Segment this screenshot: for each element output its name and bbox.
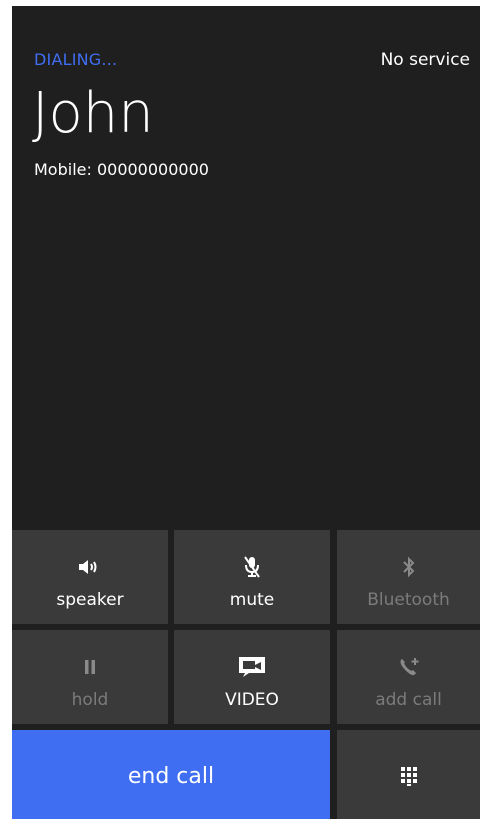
contact-number: Mobile: 00000000000 (34, 160, 209, 179)
keypad-icon (337, 766, 480, 786)
mute-label: mute (229, 590, 275, 610)
video-label: VIDEO (225, 690, 279, 710)
speaker-label: speaker (56, 590, 124, 610)
end-call-label: end call (127, 764, 215, 789)
video-camera-icon (174, 654, 330, 680)
mute-button[interactable]: mute (174, 530, 330, 624)
network-status: No service (380, 50, 470, 70)
bluetooth-button[interactable]: Bluetooth (337, 530, 480, 624)
call-status: DIALING... (34, 50, 118, 69)
phone-add-icon (337, 654, 480, 680)
contact-name: John (32, 81, 154, 146)
call-controls: speaker mute Bluetooth hold VIDEO add ca… (12, 530, 480, 819)
pause-icon (12, 654, 168, 680)
bluetooth-icon (337, 554, 480, 580)
video-button[interactable]: VIDEO (174, 630, 330, 724)
hold-button[interactable]: hold (12, 630, 168, 724)
end-call-button[interactable]: end call (12, 730, 330, 819)
add-call-button[interactable]: add call (337, 630, 480, 724)
add-call-label: add call (375, 690, 442, 710)
speaker-icon (12, 554, 168, 580)
bluetooth-label: Bluetooth (367, 590, 450, 610)
keypad-button[interactable] (337, 730, 480, 819)
phone-screen: DIALING... No service John Mobile: 00000… (12, 6, 480, 819)
mic-mute-icon (174, 554, 330, 580)
speaker-button[interactable]: speaker (12, 530, 168, 624)
hold-label: hold (71, 690, 109, 710)
